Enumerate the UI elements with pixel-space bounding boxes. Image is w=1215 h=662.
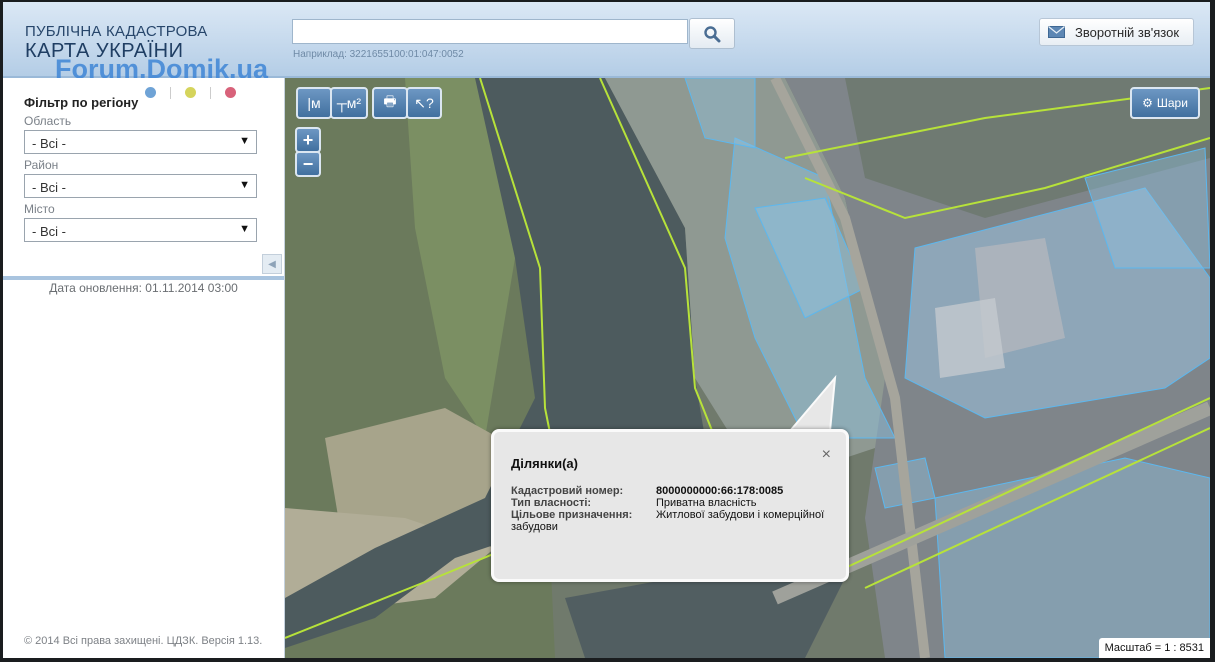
search-icon — [704, 25, 721, 42]
filter-title: Фільтр по регіону — [24, 95, 139, 110]
purpose-value: Житлової забудови і комерційної забудови — [511, 509, 825, 533]
zoom-out-button[interactable]: − — [295, 151, 321, 177]
header: ПУБЛІЧНА КАДАСТРОВА КАРТА УКРАЇНИ Forum.… — [3, 2, 1210, 84]
search-input[interactable] — [292, 19, 688, 44]
plus-icon: + — [302, 129, 314, 150]
region-select-value: - Всі - — [32, 136, 66, 151]
region-select[interactable]: - Всі - ▼ — [24, 130, 257, 154]
popup-title: Ділянки(а) — [511, 456, 578, 471]
feedback-button[interactable]: Зворотній зв'язок — [1039, 18, 1194, 46]
identify-button[interactable]: ↖? — [406, 87, 442, 119]
layers-button[interactable]: ⚙ Шари — [1130, 87, 1200, 119]
cadastral-number-value: 8000000000:66:178:0085 — [656, 485, 784, 497]
city-select[interactable]: - Всі - ▼ — [24, 218, 257, 242]
cadastral-number-key: Кадастровий номер: — [511, 485, 624, 497]
zoom-in-button[interactable]: + — [295, 127, 321, 153]
district-select[interactable]: - Всі - ▼ — [24, 174, 257, 198]
update-date: Дата оновлення: 01.11.2014 03:00 — [49, 281, 238, 295]
red-dot-icon[interactable] — [225, 87, 236, 98]
measure-length-button[interactable]: |м — [296, 87, 332, 119]
measure-area-button[interactable]: ┬м² — [330, 87, 368, 119]
app-frame: ПУБЛІЧНА КАДАСТРОВА КАРТА УКРАЇНИ Forum.… — [3, 2, 1210, 658]
search-hint: Наприклад: 3221655100:01:047:0052 — [293, 49, 464, 60]
chevron-left-icon: ◀ — [268, 258, 276, 270]
minus-icon: − — [302, 153, 314, 174]
city-select-value: - Всі - — [32, 224, 66, 239]
identify-icon: ↖? — [414, 94, 434, 111]
gear-icon: ⚙ — [1142, 96, 1153, 110]
yellow-dot-icon[interactable] — [185, 87, 196, 98]
dot-separator — [170, 87, 171, 99]
print-icon: 🖶 — [383, 93, 397, 109]
city-label: Місто — [24, 202, 55, 216]
district-select-value: - Всі - — [32, 180, 66, 195]
parcel-popup: Ділянки(а) × Кадастровий номер: 80000000… — [491, 429, 849, 582]
dropdown-arrow-icon: ▼ — [239, 179, 250, 191]
measure-length-icon: |м — [307, 95, 321, 111]
logo-line1[interactable]: ПУБЛІЧНА КАДАСТРОВА — [25, 23, 207, 40]
sidebar-divider — [3, 276, 284, 280]
map-view[interactable]: |м ┬м² 🖶 ↖? + − ⚙ Шари Ділянки(а) × Када… — [285, 78, 1210, 658]
copyright: © 2014 Всі права захищені. ЦДЗК. Версія … — [24, 635, 263, 647]
ownership-key: Тип власності: — [511, 497, 592, 509]
measure-area-icon: ┬м² — [336, 95, 362, 111]
layers-label: Шари — [1156, 96, 1188, 110]
envelope-icon — [1048, 26, 1065, 38]
collapse-sidebar-button[interactable]: ◀ — [262, 254, 282, 274]
blue-dot-icon[interactable] — [145, 87, 156, 98]
close-icon[interactable]: × — [822, 446, 831, 464]
dropdown-arrow-icon: ▼ — [239, 135, 250, 147]
scale-indicator: Масштаб = 1 : 8531 — [1098, 638, 1210, 658]
region-label: Область — [24, 114, 72, 128]
dot-separator — [210, 87, 211, 99]
dropdown-arrow-icon: ▼ — [239, 223, 250, 235]
district-label: Район — [24, 158, 59, 172]
sidebar: Фільтр по регіону Область - Всі - ▼ Райо… — [3, 78, 285, 658]
ownership-value: Приватна власність — [656, 497, 757, 509]
print-button[interactable]: 🖶 — [372, 87, 408, 119]
search-button[interactable] — [689, 18, 735, 49]
feedback-label: Зворотній зв'язок — [1075, 24, 1180, 40]
